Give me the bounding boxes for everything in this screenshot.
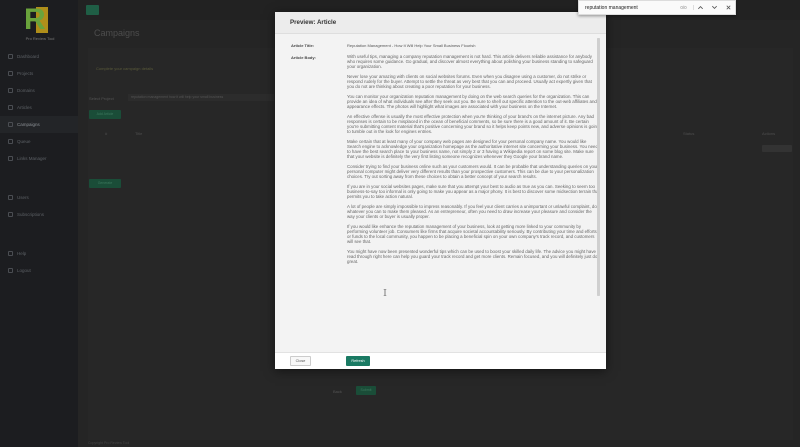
megaphone-icon xyxy=(8,122,13,127)
article-scrollbar[interactable] xyxy=(597,38,600,296)
article-paragraph: Make certain that at least many of your … xyxy=(347,138,598,160)
sidebar-nav: Dashboard Projects Domains Articles Camp… xyxy=(0,48,78,279)
article-paragraph: Consider trying to find your business on… xyxy=(347,164,598,180)
text-cursor-icon xyxy=(383,289,387,296)
close-button[interactable]: Close xyxy=(290,356,311,366)
sidebar-item-label: Queue xyxy=(17,139,31,144)
sidebar-item-articles[interactable]: Articles xyxy=(0,99,78,116)
sidebar-item-label: Logout xyxy=(17,268,31,273)
find-close-button[interactable] xyxy=(721,2,735,14)
find-in-page-bar: reputation management 0/0 xyxy=(578,0,736,15)
generate-button[interactable]: Generate xyxy=(89,179,121,188)
folder-icon xyxy=(8,71,13,76)
logo-mark: R xyxy=(24,3,46,36)
close-icon xyxy=(726,5,731,10)
modal-title: Preview: Article xyxy=(275,12,606,34)
article-paragraph: Never lose your amazing with clients on … xyxy=(347,73,592,90)
footer-text: Copyright Pro Review Tool xyxy=(88,441,130,445)
sidebar-item-dashboard[interactable]: Dashboard xyxy=(0,48,78,65)
refresh-button[interactable]: Refresh xyxy=(346,356,370,366)
sidebar-item-label: Help xyxy=(17,251,27,256)
document-icon xyxy=(8,105,13,110)
add-article-button[interactable]: Add Article xyxy=(89,110,121,119)
help-icon xyxy=(8,251,13,256)
sidebar-item-label: Users xyxy=(17,195,29,200)
menu-toggle-button[interactable] xyxy=(86,5,99,15)
article-title-value: Reputation Management - How It Will Help… xyxy=(347,43,476,48)
find-input[interactable]: reputation management xyxy=(585,5,654,11)
link-icon xyxy=(8,156,13,161)
chevron-up-icon xyxy=(697,6,703,10)
brand-logo[interactable]: R Pro Review Tool xyxy=(14,4,64,44)
sidebar-item-help[interactable]: Help xyxy=(0,245,78,262)
column-header: # xyxy=(105,131,108,136)
preview-article-modal: Preview: Article Article Title: Reputati… xyxy=(275,12,606,369)
chevron-down-icon xyxy=(711,5,717,9)
article-paragraph: A lot of people are simply impossible to… xyxy=(347,203,597,220)
sidebar-item-label: Subscriptions xyxy=(17,212,45,217)
info-text: Complete your campaign details xyxy=(96,66,154,71)
article-paragraph: You might have now been presented wonder… xyxy=(347,249,598,265)
sidebar-item-domains[interactable]: Domains xyxy=(0,82,78,99)
sidebar-item-campaigns[interactable]: Campaigns xyxy=(0,116,78,133)
column-header: Title xyxy=(135,131,143,136)
project-select[interactable]: reputation management how it will help y… xyxy=(128,94,274,101)
article-paragraph: If you would like enhance the reputation… xyxy=(347,223,597,245)
sidebar-item-label: Articles xyxy=(17,105,32,110)
sidebar: R Pro Review Tool Dashboard Projects Dom… xyxy=(0,0,78,447)
sidebar-item-logout[interactable]: Logout xyxy=(0,262,78,279)
dashboard-icon xyxy=(8,54,13,59)
find-next-button[interactable] xyxy=(707,2,721,14)
column-header: Status xyxy=(683,131,695,136)
globe-icon xyxy=(8,88,13,93)
modal-body: Article Title: Reputation Management - H… xyxy=(275,34,606,353)
sidebar-item-links-manager[interactable]: Links Manager xyxy=(0,150,78,167)
sidebar-item-projects[interactable]: Projects xyxy=(0,65,78,82)
list-icon xyxy=(8,139,13,144)
page-title: Campaigns xyxy=(94,28,140,38)
sidebar-item-label: Links Manager xyxy=(17,156,47,161)
submit-button[interactable]: Submit xyxy=(356,386,376,395)
sidebar-item-subscriptions[interactable]: Subscriptions xyxy=(0,206,78,223)
column-header: Actions xyxy=(762,131,776,136)
article-paragraph: You can monitor your organization reputa… xyxy=(347,93,597,110)
find-match-count: 0/0 xyxy=(654,5,694,10)
logout-icon xyxy=(8,268,13,273)
sidebar-item-label: Campaigns xyxy=(17,122,40,127)
article-body: With useful tips, managing a company rep… xyxy=(347,54,600,264)
scrollbar-thumb[interactable] xyxy=(597,38,600,296)
article-body-label: Article Body: xyxy=(291,55,316,60)
modal-footer: Close Refresh xyxy=(275,353,606,369)
card-icon xyxy=(8,212,13,217)
logo-text: Pro Review Tool xyxy=(25,36,55,41)
sidebar-item-queue[interactable]: Queue xyxy=(0,133,78,150)
user-icon xyxy=(8,195,13,200)
row-action-button[interactable] xyxy=(762,145,792,152)
article-title-label: Article Title: xyxy=(291,43,315,48)
article-paragraph: An effective offense is usually the most… xyxy=(347,113,600,135)
article-paragraph: If you are in your social websites pages… xyxy=(347,184,600,200)
sidebar-item-label: Domains xyxy=(17,88,35,93)
sidebar-item-label: Dashboard xyxy=(17,54,40,59)
find-previous-button[interactable] xyxy=(694,2,708,14)
back-link[interactable]: Back xyxy=(333,389,342,394)
sidebar-item-users[interactable]: Users xyxy=(0,189,78,206)
sidebar-item-label: Projects xyxy=(17,71,34,76)
article-paragraph: With useful tips, managing a company rep… xyxy=(347,54,593,70)
select-project-label: Select Project xyxy=(89,96,114,101)
